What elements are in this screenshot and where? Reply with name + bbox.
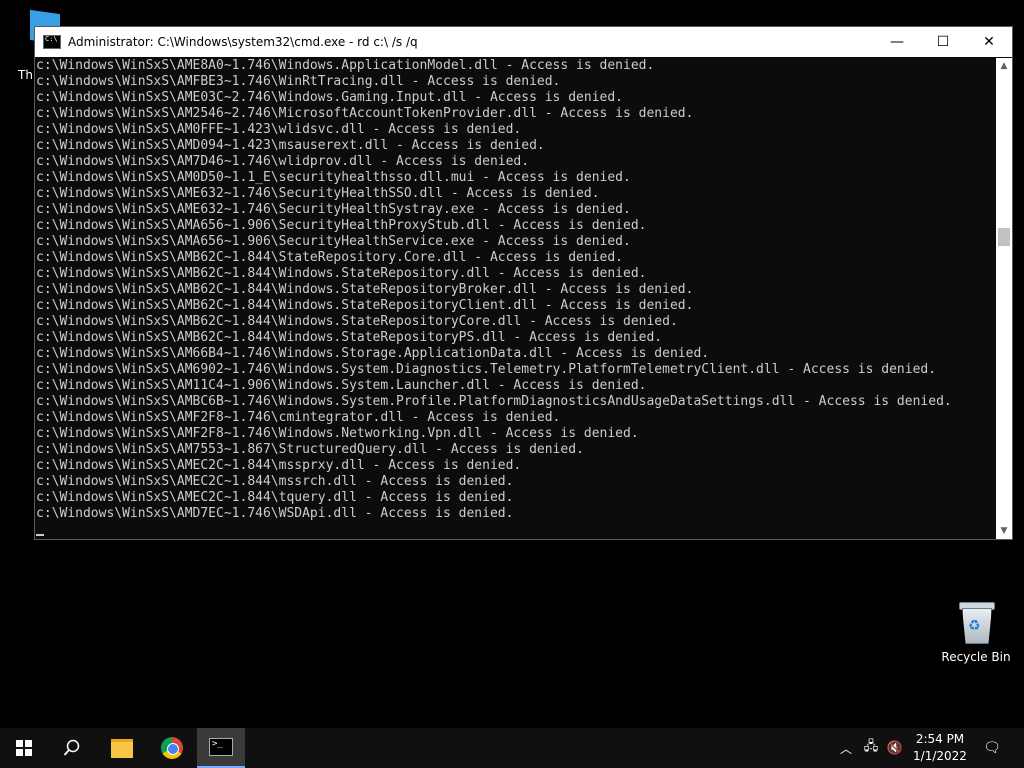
console-line: c:\Windows\WinSxS\AMA656~1.906\SecurityH… (36, 234, 631, 249)
console-line: c:\Windows\WinSxS\AMB62C~1.844\Windows.S… (36, 298, 694, 313)
scroll-up-arrow-icon[interactable]: ▲ (996, 58, 1012, 74)
maximize-button[interactable]: ☐ (920, 27, 966, 57)
recycle-bin-icon: ♻ (956, 600, 996, 644)
console-line: c:\Windows\WinSxS\AMEC2C~1.844\mssprxy.d… (36, 458, 522, 473)
console-line: c:\Windows\WinSxS\AMF2F8~1.746\Windows.N… (36, 426, 639, 441)
windows-logo-icon (16, 740, 32, 756)
close-button[interactable]: ✕ (966, 27, 1012, 57)
chevron-up-icon: ︿ (839, 741, 852, 756)
console-line: c:\Windows\WinSxS\AM0D50~1.1_E\securityh… (36, 170, 631, 185)
network-button[interactable]: 🖧 (860, 728, 882, 768)
console-line: c:\Windows\WinSxS\AM66B4~1.746\Windows.S… (36, 346, 710, 361)
taskbar: ︿ 🖧 🔇 2:54 PM 1/1/2022 🗨 (0, 728, 1024, 768)
clock[interactable]: 2:54 PM 1/1/2022 (910, 728, 970, 768)
scrollbar-thumb[interactable] (998, 228, 1010, 246)
notification-icon: 🗨 (983, 740, 1001, 756)
command-prompt-window[interactable]: Administrator: C:\Windows\system32\cmd.e… (34, 26, 1013, 540)
console-line: c:\Windows\WinSxS\AMA656~1.906\SecurityH… (36, 218, 647, 233)
chrome-icon (161, 737, 183, 759)
scroll-down-arrow-icon[interactable]: ▼ (996, 523, 1012, 539)
console-line: c:\Windows\WinSxS\AM7D46~1.746\wlidprov.… (36, 154, 530, 169)
console-line: c:\Windows\WinSxS\AME8A0~1.746\Windows.A… (36, 58, 655, 73)
clock-time: 2:54 PM (915, 732, 965, 746)
console-line: c:\Windows\WinSxS\AMB62C~1.844\Windows.S… (36, 330, 663, 345)
folder-icon (111, 738, 133, 758)
volume-button[interactable]: 🔇 (884, 728, 906, 768)
console-line: c:\Windows\WinSxS\AME03C~2.746\Windows.G… (36, 90, 623, 105)
clock-date: 1/1/2022 (913, 749, 967, 763)
recycle-bin-label: Recycle Bin (941, 650, 1011, 664)
console-line: c:\Windows\WinSxS\AMEC2C~1.844\tquery.dl… (36, 490, 514, 505)
chrome-button[interactable] (148, 728, 196, 768)
console-line: c:\Windows\WinSxS\AMF2F8~1.746\cmintegra… (36, 410, 561, 425)
console-line: c:\Windows\WinSxS\AMD7EC~1.746\WSDApi.dl… (36, 506, 514, 521)
console-line: c:\Windows\WinSxS\AMB62C~1.844\StateRepo… (36, 250, 623, 265)
vertical-scrollbar[interactable]: ▲ ▼ (996, 58, 1012, 539)
console-line: c:\Windows\WinSxS\AME632~1.746\SecurityH… (36, 186, 600, 201)
cmd-icon (209, 738, 233, 756)
console-line: c:\Windows\WinSxS\AM11C4~1.906\Windows.S… (36, 378, 647, 393)
console-line: c:\Windows\WinSxS\AM6902~1.746\Windows.S… (36, 362, 937, 377)
volume-muted-icon: 🔇 (886, 740, 904, 756)
console-line: c:\Windows\WinSxS\AMFBE3~1.746\WinRtTrac… (36, 74, 561, 89)
cmd-taskbar-button[interactable] (197, 728, 245, 768)
console-output[interactable]: c:\Windows\WinSxS\AME8A0~1.746\Windows.A… (35, 58, 995, 539)
start-button[interactable] (0, 728, 48, 768)
console-line: c:\Windows\WinSxS\AMEC2C~1.844\mssrch.dl… (36, 474, 514, 489)
console-line: c:\Windows\WinSxS\AM0FFE~1.423\wlidsvc.d… (36, 122, 522, 137)
search-icon (63, 739, 80, 756)
notification-center-button[interactable]: 🗨 (980, 728, 1004, 768)
console-line: c:\Windows\WinSxS\AMB62C~1.844\Windows.S… (36, 314, 678, 329)
console-line: c:\Windows\WinSxS\AMBC6B~1.746\Windows.S… (36, 394, 952, 409)
search-button[interactable] (48, 728, 96, 768)
console-line: c:\Windows\WinSxS\AM7553~1.867\Structure… (36, 442, 584, 457)
network-icon: 🖧 (863, 739, 879, 754)
desktop-shortcut-label: Th (18, 68, 33, 82)
show-hidden-icons-button[interactable]: ︿ (836, 728, 856, 768)
window-titlebar[interactable]: Administrator: C:\Windows\system32\cmd.e… (35, 27, 1012, 57)
window-title: Administrator: C:\Windows\system32\cmd.e… (68, 35, 418, 49)
console-line: c:\Windows\WinSxS\AM2546~2.746\Microsoft… (36, 106, 694, 121)
file-explorer-button[interactable] (98, 728, 146, 768)
console-line: c:\Windows\WinSxS\AMB62C~1.844\Windows.S… (36, 282, 694, 297)
console-line: c:\Windows\WinSxS\AMB62C~1.844\Windows.S… (36, 266, 647, 281)
minimize-button[interactable]: — (874, 27, 920, 57)
recycle-bin[interactable]: ♻ Recycle Bin (940, 600, 1012, 664)
console-line: c:\Windows\WinSxS\AME632~1.746\SecurityH… (36, 202, 631, 217)
text-cursor (36, 534, 44, 536)
console-line: c:\Windows\WinSxS\AMD094~1.423\msauserex… (36, 138, 545, 153)
cmd-app-icon[interactable] (43, 35, 61, 49)
